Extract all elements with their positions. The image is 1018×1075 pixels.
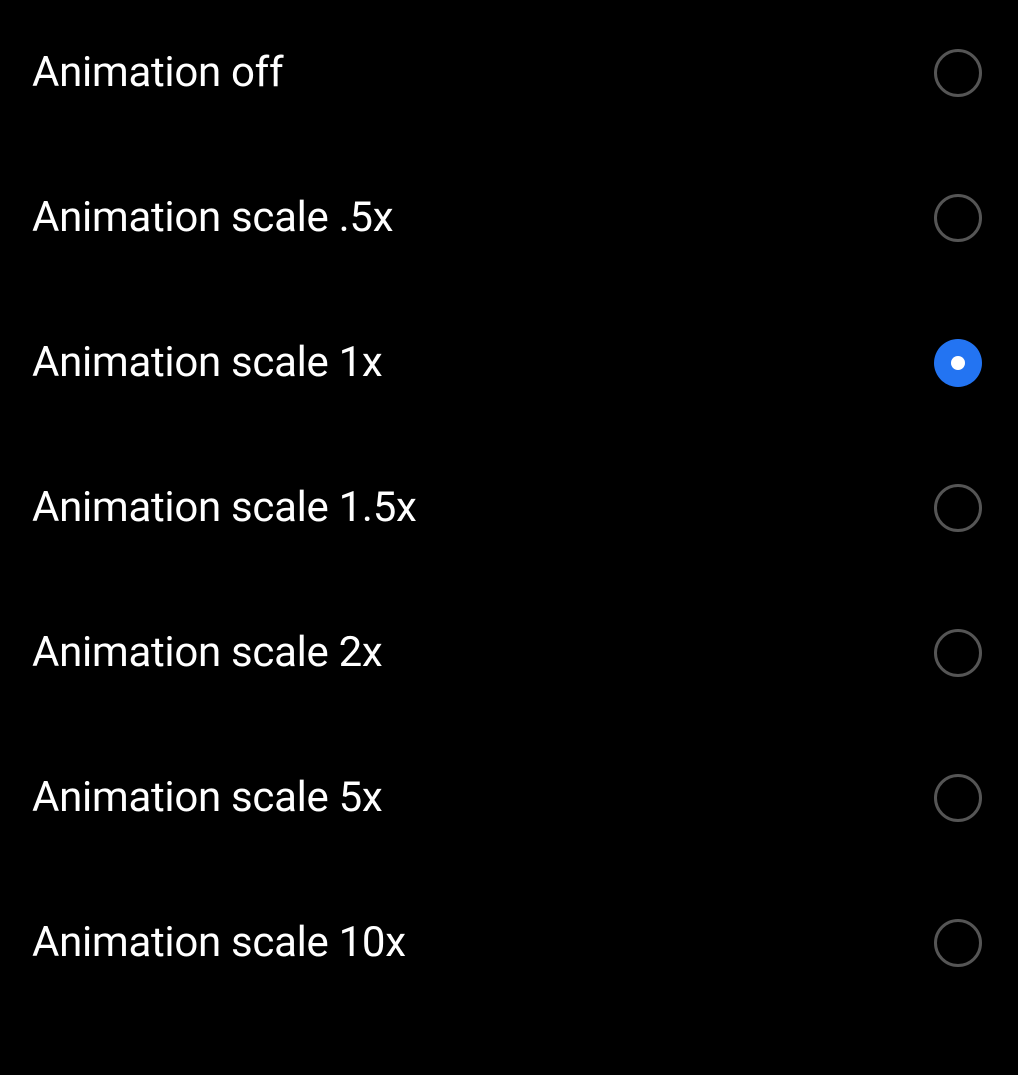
option-animation-scale-2x[interactable]: Animation scale 2x	[0, 580, 1018, 725]
option-animation-scale-1x[interactable]: Animation scale 1x	[0, 290, 1018, 435]
radio-icon	[934, 484, 982, 532]
option-label: Animation scale 1x	[32, 338, 382, 387]
option-animation-scale-5x[interactable]: Animation scale 5x	[0, 725, 1018, 870]
radio-icon	[934, 919, 982, 967]
option-animation-scale-0-5x[interactable]: Animation scale .5x	[0, 145, 1018, 290]
radio-icon	[934, 339, 982, 387]
radio-icon	[934, 774, 982, 822]
option-label: Animation scale .5x	[32, 193, 393, 242]
option-animation-scale-10x[interactable]: Animation scale 10x	[0, 870, 1018, 1015]
option-label: Animation scale 1.5x	[32, 483, 417, 532]
radio-icon	[934, 49, 982, 97]
radio-dot-icon	[951, 356, 965, 370]
option-label: Animation scale 5x	[32, 773, 382, 822]
option-label: Animation scale 10x	[32, 918, 406, 967]
option-label: Animation scale 2x	[32, 628, 382, 677]
option-animation-off[interactable]: Animation off	[0, 0, 1018, 145]
option-label: Animation off	[32, 48, 283, 97]
animation-scale-options: Animation off Animation scale .5x Animat…	[0, 0, 1018, 1015]
radio-icon	[934, 194, 982, 242]
option-animation-scale-1-5x[interactable]: Animation scale 1.5x	[0, 435, 1018, 580]
radio-icon	[934, 629, 982, 677]
